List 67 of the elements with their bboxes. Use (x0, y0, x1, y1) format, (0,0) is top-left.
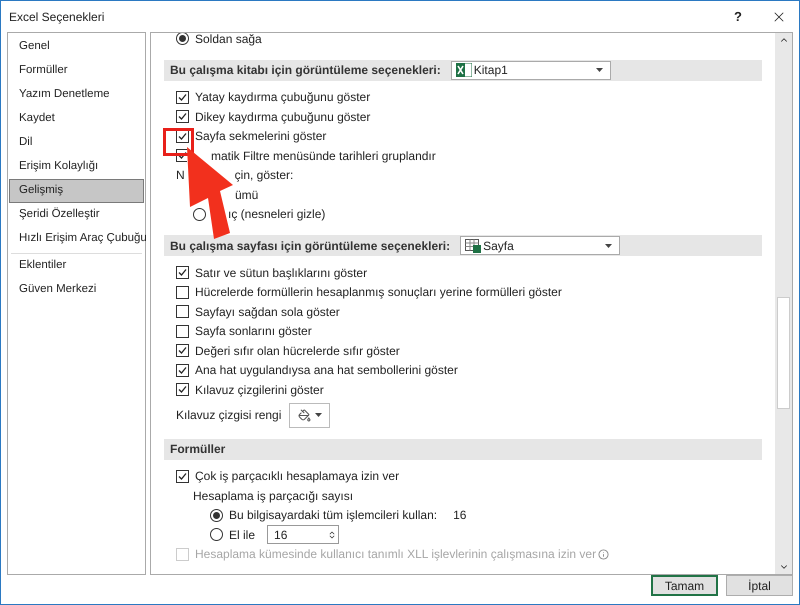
group-label: çin, göster: (234, 167, 294, 184)
option-label: Sayfa sonlarını göster (195, 323, 312, 340)
category-item[interactable]: Genel (9, 35, 144, 59)
scroll-thumb[interactable] (777, 297, 790, 409)
radio-button[interactable] (193, 208, 206, 221)
dropdown-arrow-icon (596, 68, 603, 72)
scrollbar[interactable] (775, 33, 792, 574)
group-label: Hesaplama iş parçacığı sayısı (193, 488, 354, 505)
option-label: matik Filtre menüsünde tarihleri gruplandır (211, 148, 436, 165)
checkbox[interactable] (176, 110, 189, 124)
option-label: Satır ve sütun başlıklarını göster (195, 264, 368, 282)
spreadsheet-icon (456, 63, 472, 77)
section-title: Bu çalışma sayfası için görüntüleme seçenekleri: (170, 238, 450, 254)
option-label: Ana hat uygulandıysa ana hat sembollerini göster (195, 362, 458, 380)
group-label: N (176, 167, 185, 184)
category-item[interactable]: Formüller (9, 59, 144, 83)
category-item[interactable]: Yazım Denetleme (9, 83, 144, 107)
radio-button[interactable] (210, 528, 223, 542)
radio-button[interactable] (176, 33, 189, 46)
checkbox[interactable] (176, 383, 189, 396)
dialog-button[interactable]: İptal (726, 575, 793, 596)
checkbox[interactable] (176, 305, 189, 318)
category-item[interactable]: Güven Merkezi (9, 278, 144, 302)
checkbox[interactable] (176, 364, 189, 377)
option-label: Hücrelerde formüllerin hesaplanmış sonuçları yerine formülleri göster (195, 284, 562, 302)
option-label: ıç (nesneleri gizle) (228, 206, 326, 224)
dropdown-arrow-icon (314, 413, 322, 417)
checkbox[interactable] (176, 324, 189, 338)
option-label: Değeri sıfır olan hücrelerde sıfır göster (195, 342, 400, 360)
section-title: Bu çalışma kitabı için görüntüleme seçenekleri: (170, 62, 441, 79)
category-item[interactable]: Kaydet (9, 107, 144, 131)
sheet-grid-icon (465, 238, 482, 252)
option-label: Bu bilgisayardaki tüm işlemcileri kullan: (229, 507, 438, 524)
radio-button[interactable] (210, 508, 223, 522)
checkbox[interactable] (176, 344, 189, 358)
color-picker-button[interactable] (289, 402, 330, 428)
category-item[interactable]: Hızlı Erişim Araç Çubuğu (9, 227, 144, 251)
option-label: ümü (235, 186, 258, 204)
dropdown-arrow-icon (605, 244, 612, 248)
checkbox[interactable] (176, 266, 189, 280)
option-label: Çok iş parçacıklı hesaplamaya izin ver (195, 468, 400, 486)
option-label: Sayfayı sağdan sola göster (195, 304, 340, 321)
checkbox[interactable] (176, 470, 189, 483)
option-label: Yatay kaydırma çubuğunu göster (195, 89, 370, 106)
paint-bucket-icon (298, 408, 311, 422)
dropdown[interactable]: Sayfa (460, 236, 620, 255)
dropdown[interactable]: Kitap1 (450, 60, 611, 80)
option-label: Kılavuz çizgisi rengi (176, 407, 282, 424)
option-label: Soldan sağa (195, 33, 262, 48)
help-button[interactable]: ? (723, 2, 753, 32)
category-item[interactable]: Gelişmiş (9, 179, 144, 203)
checkbox[interactable] (176, 90, 189, 104)
category-item[interactable]: Dil (9, 131, 144, 155)
option-label: Sayfa sekmelerini göster (195, 128, 326, 146)
category-item[interactable]: Eklentiler (9, 254, 144, 278)
spin-field[interactable]: 16 (267, 525, 340, 544)
processor-count: 16 (453, 507, 466, 524)
section-title: Formüller (170, 441, 226, 458)
option-label: Dikey kaydırma çubuğunu göster (195, 108, 370, 126)
category-item[interactable]: Şeridi Özelleştir (9, 203, 144, 227)
category-item[interactable]: Erişim Kolaylığı (9, 155, 144, 179)
window-title: Excel Seçenekleri (9, 8, 106, 26)
checkbox[interactable] (176, 286, 189, 299)
option-label: Hesaplama kümesinde kullanıcı tanımlı XLL işlevlerinin çalışmasına izin ver (195, 546, 596, 564)
dialog-button[interactable]: Tamam (651, 575, 718, 596)
option-label: Kılavuz çizgilerini göster (195, 382, 324, 399)
option-label: El ile (229, 526, 256, 544)
